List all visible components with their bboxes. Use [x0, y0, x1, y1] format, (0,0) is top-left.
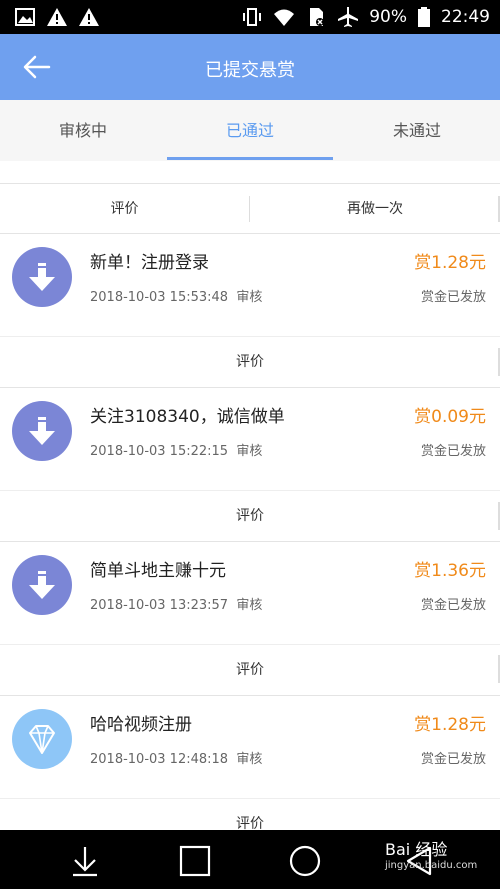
- tab-bar: 审核中 已通过 未通过: [0, 100, 500, 161]
- task-meta: 2018-10-03 15:53:48 审核: [90, 286, 262, 305]
- task-name: 简单斗地主赚十元: [90, 561, 226, 581]
- status-badge: 赏金已发放: [420, 752, 486, 767]
- app-header: 已提交悬赏: [0, 34, 500, 100]
- evaluate-button[interactable]: 评价: [0, 645, 500, 695]
- list-item[interactable]: 哈哈视频注册 赏1.28元 2018-10-03 12:48:18 审核 赏金已…: [0, 695, 500, 849]
- sim-icon: [310, 8, 325, 26]
- square-icon[interactable]: [178, 844, 212, 878]
- reward-amount: 赏1.28元: [414, 253, 486, 273]
- airplane-icon: [338, 7, 359, 27]
- submit-time: 2018-10-03 13:23:57: [90, 598, 229, 613]
- task-name: 新单！注册登录: [90, 253, 209, 273]
- list-item[interactable]: 新单！注册登录 赏1.28元 2018-10-03 15:53:48 审核 赏金…: [0, 233, 500, 387]
- status-badge: 赏金已发放: [420, 290, 486, 305]
- page-title: 已提交悬赏: [205, 60, 295, 81]
- task-meta: 2018-10-03 12:48:18 审核: [90, 748, 262, 767]
- diamond-icon: [12, 709, 72, 769]
- wifi-icon: [274, 9, 295, 26]
- warning-icon: [79, 8, 99, 26]
- status-badge: 赏金已发放: [420, 444, 486, 459]
- tab-reviewing[interactable]: 审核中: [0, 100, 166, 161]
- list-item[interactable]: 简单斗地主赚十元 赏1.36元 2018-10-03 13:23:57 审核 赏…: [0, 541, 500, 695]
- battery-icon: [418, 7, 430, 27]
- battery-percent: 90%: [369, 7, 407, 27]
- submit-time: 2018-10-03 15:53:48: [90, 290, 229, 305]
- review-label: 审核: [236, 444, 263, 459]
- task-meta: 2018-10-03 13:23:57 审核: [90, 594, 262, 613]
- task-name: 关注3108340，诚信做单: [90, 407, 285, 427]
- task-meta: 2018-10-03 15:22:15 审核: [90, 440, 262, 459]
- review-label: 审核: [236, 598, 263, 613]
- redo-button[interactable]: 再做一次: [250, 184, 500, 234]
- status-badge: 赏金已发放: [420, 598, 486, 613]
- review-label: 审核: [236, 290, 263, 305]
- download-icon: [12, 247, 72, 307]
- evaluate-button[interactable]: 评价: [0, 491, 500, 541]
- download-icon: [12, 555, 72, 615]
- submit-time: 2018-10-03 15:22:15: [90, 444, 229, 459]
- status-bar: 90% 22:49: [0, 0, 500, 34]
- evaluate-button[interactable]: 评价: [0, 337, 500, 387]
- active-tab-indicator: [167, 157, 333, 160]
- tab-rejected[interactable]: 未通过: [334, 100, 500, 161]
- task-name: 哈哈视频注册: [90, 715, 192, 735]
- submit-time: 2018-10-03 12:48:18: [90, 752, 229, 767]
- warning-icon: [47, 8, 67, 26]
- status-bar-left: [14, 6, 100, 28]
- reward-amount: 赏0.09元: [414, 407, 486, 427]
- watermark: Bai 经验 jingyan.baidu.com: [385, 836, 477, 871]
- status-bar-right: 90% 22:49: [241, 0, 490, 34]
- vibrate-icon: [243, 8, 262, 26]
- circle-icon[interactable]: [288, 844, 322, 878]
- clock: 22:49: [441, 7, 490, 27]
- tab-approved[interactable]: 已通过: [167, 100, 333, 161]
- evaluate-button[interactable]: 评价: [0, 184, 249, 234]
- reward-amount: 赏1.36元: [414, 561, 486, 581]
- image-icon: [15, 8, 35, 26]
- download-icon[interactable]: [68, 844, 102, 878]
- review-label: 审核: [236, 752, 263, 767]
- watermark-brand: Bai 经验: [385, 840, 448, 859]
- previous-item-actions: 评价 再做一次: [0, 184, 500, 234]
- list-item[interactable]: 关注3108340，诚信做单 赏0.09元 2018-10-03 15:22:1…: [0, 387, 500, 541]
- reward-amount: 赏1.28元: [414, 715, 486, 735]
- download-icon: [12, 401, 72, 461]
- watermark-url: jingyan.baidu.com: [385, 860, 478, 871]
